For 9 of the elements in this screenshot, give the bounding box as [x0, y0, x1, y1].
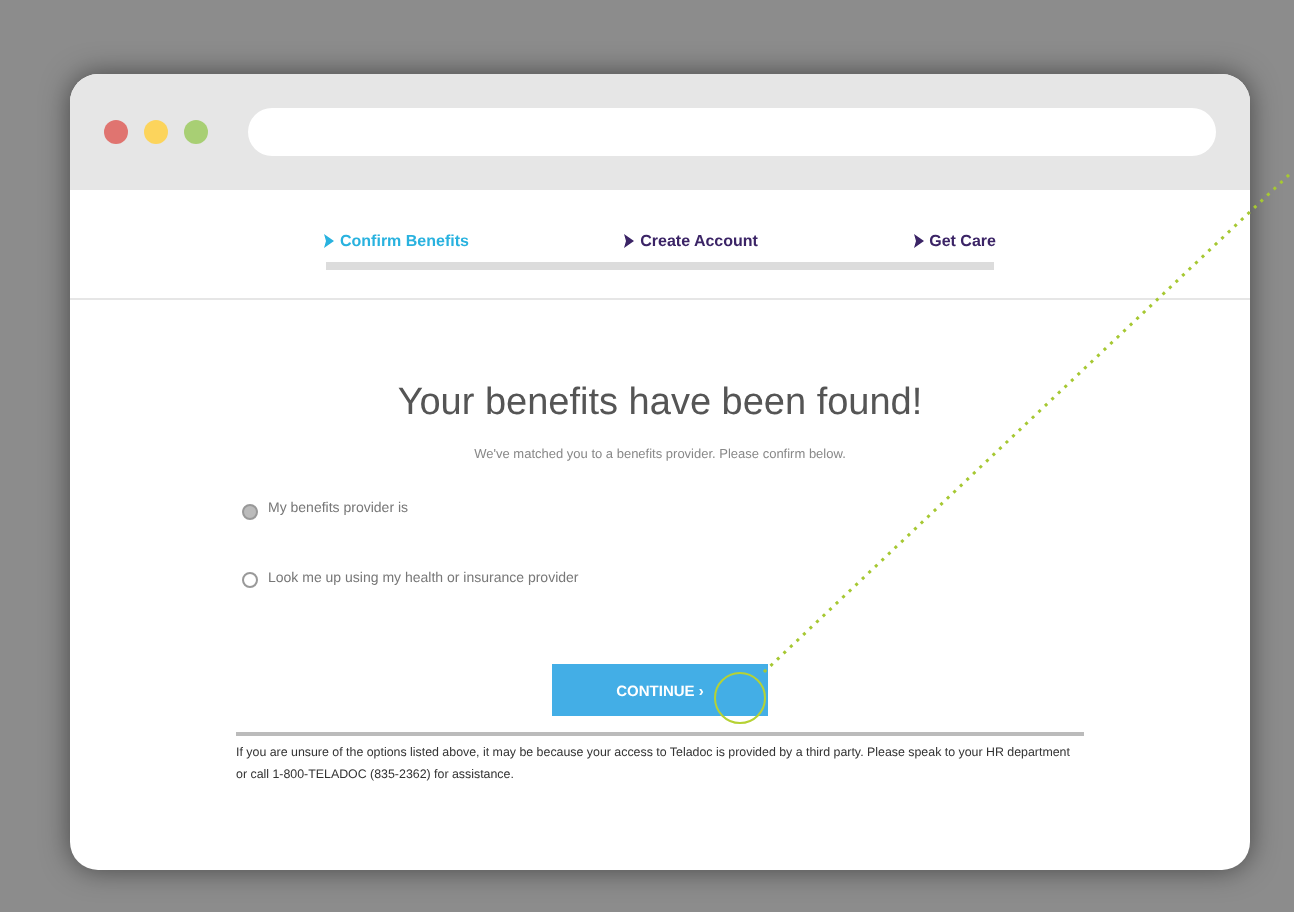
step-tab[interactable]: Create Account: [624, 230, 758, 254]
radio-icon[interactable]: [242, 572, 258, 588]
chevron-icon: [624, 234, 635, 248]
radio-icon[interactable]: [242, 503, 258, 519]
step-tab[interactable]: Confirm Benefits: [324, 230, 469, 254]
chevron-icon: [913, 234, 924, 248]
step-tab[interactable]: Get Care: [913, 230, 996, 254]
page-heading: Your benefits have been found!: [397, 380, 923, 428]
chevron-icon: [324, 234, 334, 248]
